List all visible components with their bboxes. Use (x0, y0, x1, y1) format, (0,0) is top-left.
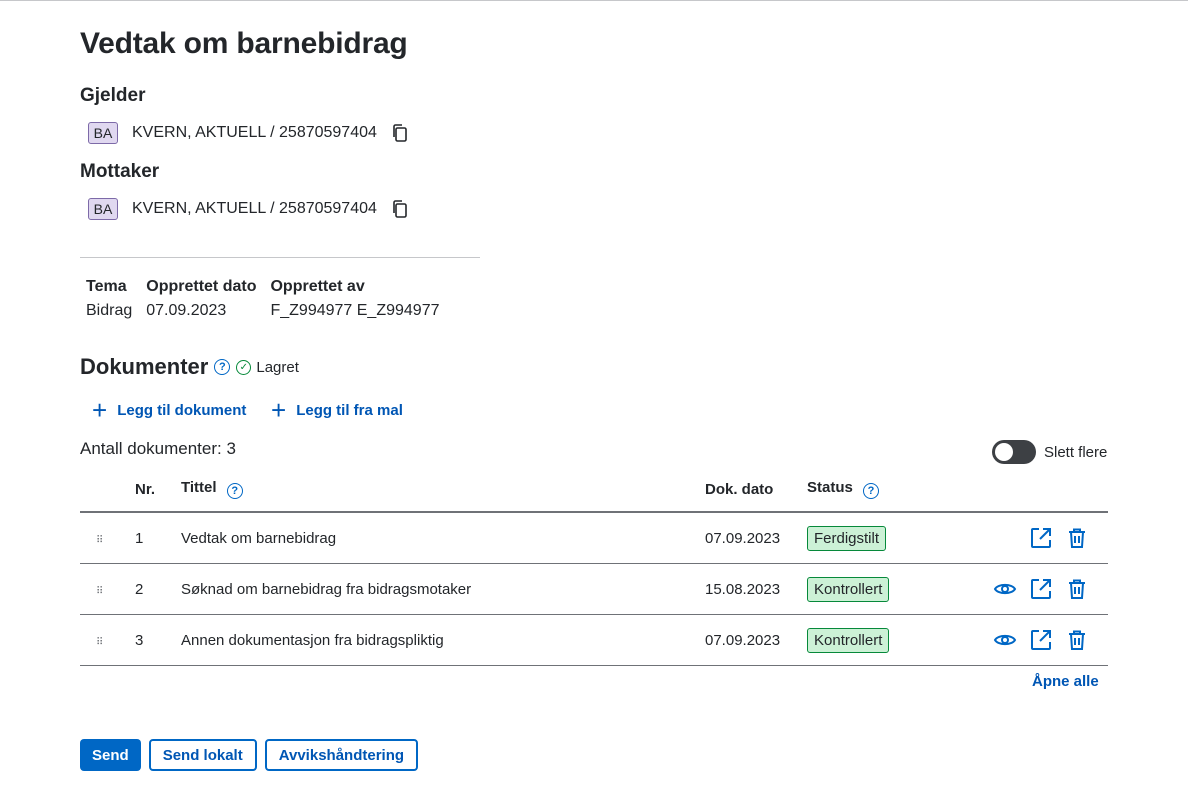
copy-icon[interactable] (391, 199, 409, 219)
column-header-title-label: Tittel (181, 479, 217, 496)
divider (80, 257, 480, 258)
copy-icon[interactable] (391, 123, 409, 143)
column-header-date: Dok. dato (704, 467, 806, 513)
drag-column-header (80, 467, 134, 513)
meta-value-opprettet-dato: 07.09.2023 (146, 302, 227, 319)
row-date: 15.08.2023 (704, 563, 806, 615)
table-row: ⠿ 3 Annen dokumentasjon fra bidragsplikt… (80, 614, 1108, 666)
status-badge: Kontrollert (807, 576, 890, 602)
row-date: 07.09.2023 (704, 512, 806, 564)
documents-table: Nr. Tittel ? Dok. dato Status ? ⠿ 1 Vedt… (80, 467, 1108, 666)
send-local-button[interactable]: Send lokalt (148, 739, 257, 771)
external-link-icon[interactable] (1029, 628, 1053, 652)
meta-header-opprettet-dato: Opprettet dato (146, 278, 257, 295)
row-title: Annen dokumentasjon fra bidragspliktig (180, 614, 704, 666)
trash-icon[interactable] (1065, 628, 1089, 652)
gjelder-label: Gjelder (80, 85, 146, 106)
row-nr: 1 (134, 512, 180, 564)
deviation-button[interactable]: Avvikshåndtering (264, 739, 419, 771)
toggle-label: Slett flere (1044, 443, 1108, 461)
row-nr: 3 (134, 614, 180, 666)
add-document-label: Legg til dokument (117, 401, 247, 419)
actions-column-header (958, 467, 1108, 513)
help-icon[interactable]: ? (214, 359, 231, 375)
mottaker-badge: BA (88, 198, 118, 220)
add-document-button[interactable]: + Legg til dokument (92, 397, 246, 423)
check-circle-icon: ✓ (236, 359, 252, 375)
drag-handle-icon[interactable]: ⠿ (96, 586, 103, 597)
row-title: Søknad om barnebidrag fra bidragsmotaker (180, 563, 704, 615)
gjelder-badge: BA (88, 122, 118, 144)
documents-header: Dokumenter ? ✓ Lagret (80, 354, 299, 380)
row-actions (959, 577, 1107, 601)
meta-value-opprettet-av: F_Z994977 E_Z994977 (270, 302, 440, 319)
column-header-status: Status ? (806, 467, 958, 513)
documents-title: Dokumenter (80, 354, 209, 379)
meta-header-tema: Tema (86, 278, 127, 295)
drag-handle-icon[interactable]: ⠿ (96, 535, 103, 546)
status-badge: Ferdigstilt (807, 525, 887, 551)
column-header-title: Tittel ? (180, 467, 704, 513)
eye-icon[interactable] (993, 628, 1017, 652)
document-count: Antall dokumenter: 3 (80, 439, 236, 458)
toggle-knob (995, 443, 1013, 461)
help-icon[interactable]: ? (226, 483, 243, 499)
gjelder-person-text: KVERN, AKTUELL / 25870597404 (132, 124, 377, 141)
row-actions (959, 526, 1107, 550)
add-from-template-button[interactable]: + Legg til fra mal (271, 397, 403, 423)
send-button[interactable]: Send (80, 739, 141, 771)
saved-status: ✓ Lagret (236, 359, 299, 376)
mottaker-person-text: KVERN, AKTUELL / 25870597404 (132, 200, 377, 217)
toggle-switch[interactable] (992, 440, 1036, 464)
page-title: Vedtak om barnebidrag (80, 27, 408, 60)
external-link-icon[interactable] (1029, 526, 1053, 550)
help-icon[interactable]: ? (863, 483, 880, 499)
external-link-icon[interactable] (1029, 577, 1053, 601)
open-all-button[interactable]: Åpne alle (1032, 673, 1099, 690)
table-row: ⠿ 1 Vedtak om barnebidrag 07.09.2023 Fer… (80, 512, 1108, 564)
plus-icon: + (271, 395, 287, 425)
saved-label: Lagret (256, 358, 299, 376)
gjelder-person: BA KVERN, AKTUELL / 25870597404 (88, 122, 409, 144)
mottaker-person: BA KVERN, AKTUELL / 25870597404 (88, 198, 409, 220)
row-actions (959, 628, 1107, 652)
column-header-nr: Nr. (134, 467, 180, 513)
add-from-template-label: Legg til fra mal (296, 401, 403, 419)
trash-icon[interactable] (1065, 577, 1089, 601)
row-title: Vedtak om barnebidrag (180, 512, 704, 564)
delete-multiple-toggle[interactable]: Slett flere (992, 440, 1107, 464)
row-nr: 2 (134, 563, 180, 615)
trash-icon[interactable] (1065, 526, 1089, 550)
action-bar: Send Send lokalt Avvikshåndtering (80, 739, 419, 771)
drag-handle-icon[interactable]: ⠿ (96, 637, 103, 648)
meta-header-opprettet-av: Opprettet av (270, 278, 365, 295)
status-badge: Kontrollert (807, 627, 890, 653)
plus-icon: + (92, 395, 108, 425)
mottaker-label: Mottaker (80, 161, 160, 182)
table-header-row: Nr. Tittel ? Dok. dato Status ? (80, 467, 1108, 513)
meta-value-tema: Bidrag (86, 302, 133, 319)
column-header-status-label: Status (807, 479, 853, 496)
table-row: ⠿ 2 Søknad om barnebidrag fra bidragsmot… (80, 563, 1108, 615)
eye-icon[interactable] (993, 577, 1017, 601)
row-date: 07.09.2023 (704, 614, 806, 666)
meta-table: Tema Opprettet dato Opprettet av Bidrag … (86, 278, 453, 320)
